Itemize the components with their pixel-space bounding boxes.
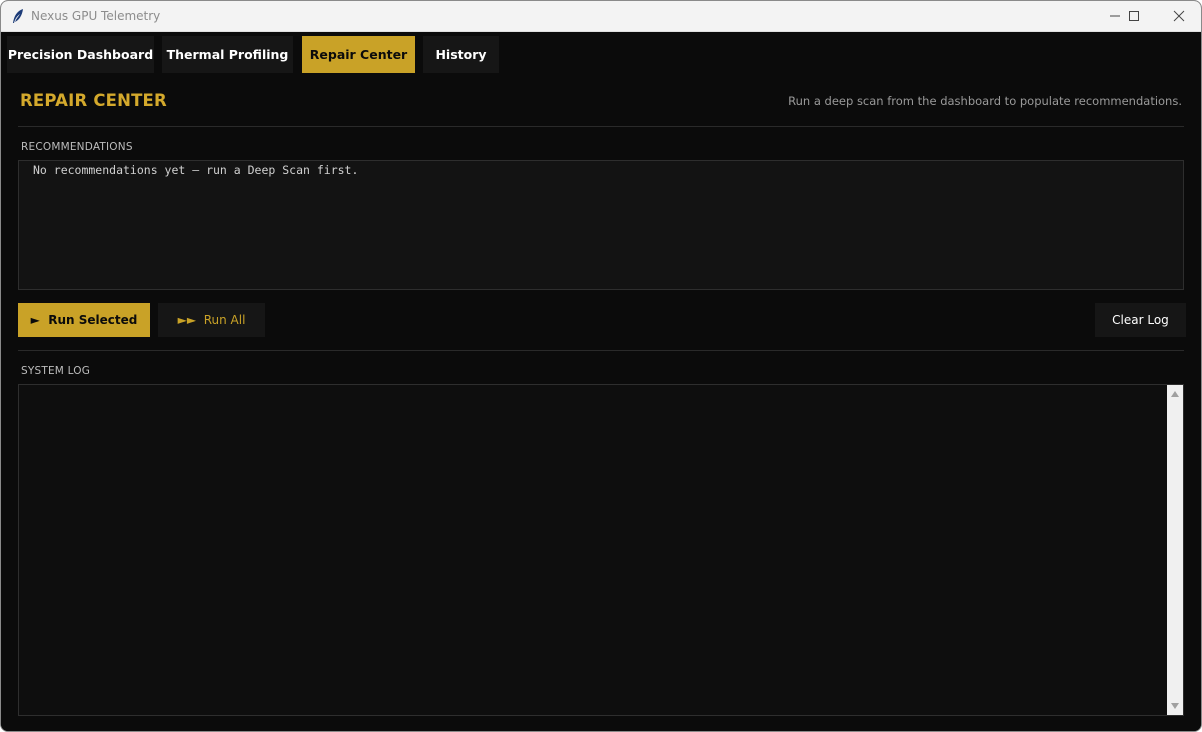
tab-precision-dashboard[interactable]: Precision Dashboard [7,36,154,73]
maximize-button[interactable] [1111,1,1157,31]
page-title: REPAIR CENTER [20,91,167,110]
run-selected-button[interactable]: ► Run Selected [18,303,150,337]
divider [18,350,1184,351]
close-button[interactable] [1156,1,1201,31]
scroll-down-icon[interactable] [1167,699,1183,713]
system-log-box[interactable] [18,384,1184,716]
app-window: Nexus GPU Telemetry Precision Dashboard … [0,0,1202,732]
tab-history[interactable]: History [423,36,499,73]
scroll-up-icon[interactable] [1167,387,1183,401]
play-icon: ► [30,313,40,327]
clear-log-button[interactable]: Clear Log [1095,303,1186,337]
recommendations-label: RECOMMENDATIONS [21,141,133,153]
run-all-button[interactable]: ►► Run All [158,303,265,337]
page-hint: Run a deep scan from the dashboard to po… [788,94,1182,108]
run-all-label: Run All [203,313,246,327]
maximize-icon [1129,11,1139,21]
recommendations-box[interactable]: No recommendations yet — run a Deep Scan… [18,160,1184,290]
recommendations-text: No recommendations yet — run a Deep Scan… [33,163,359,177]
system-log-label: SYSTEM LOG [21,365,91,377]
main-content: Precision Dashboard Thermal Profiling Re… [1,32,1201,731]
tab-thermal-profiling[interactable]: Thermal Profiling [162,36,293,73]
fast-forward-icon: ►► [177,313,197,327]
title-bar[interactable]: Nexus GPU Telemetry [1,1,1201,32]
tab-repair-center[interactable]: Repair Center [302,36,415,73]
feather-icon [11,8,25,24]
log-scrollbar[interactable] [1167,385,1183,715]
window-title: Nexus GPU Telemetry [31,9,161,23]
run-selected-label: Run Selected [48,313,138,327]
close-icon [1173,10,1185,22]
divider [18,126,1184,127]
